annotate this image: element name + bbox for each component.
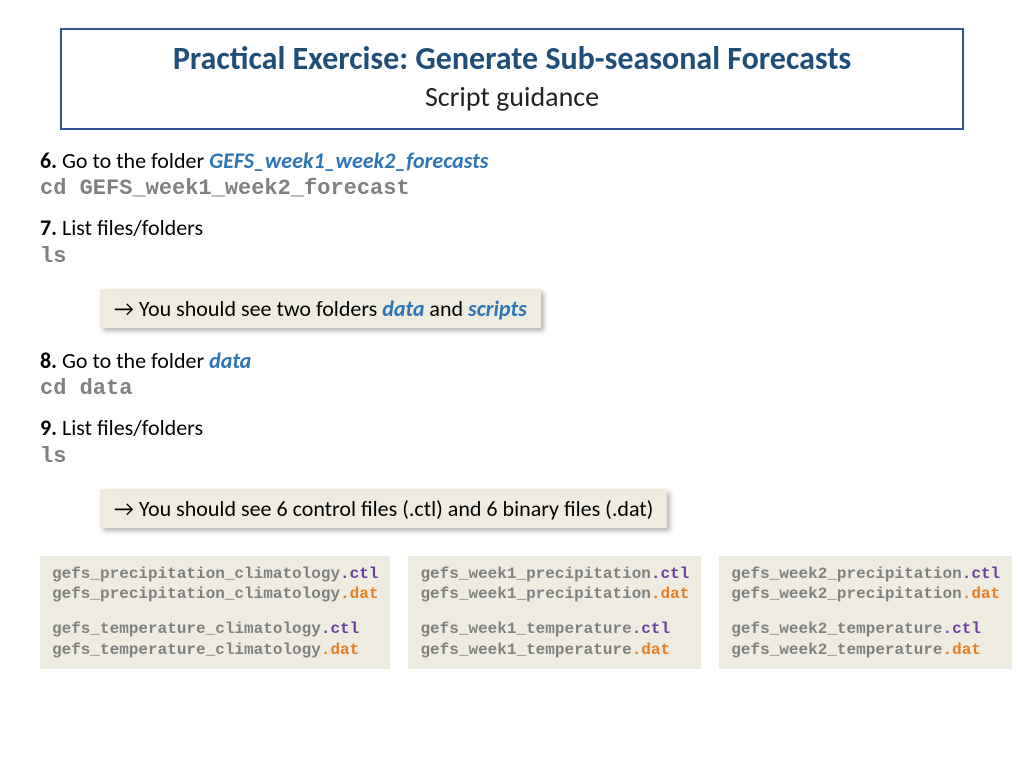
file-ext: .dat xyxy=(321,641,359,659)
title-sub: Script guidance xyxy=(82,80,942,114)
command-cd-data: cd data xyxy=(40,376,984,401)
file-base: gefs_week2_temperature xyxy=(731,641,942,659)
step-text: List files/folders xyxy=(57,414,203,441)
file-ext: .dat xyxy=(943,641,981,659)
file-line: gefs_precipitation_climatology.ctl xyxy=(52,564,378,585)
file-ext: .ctl xyxy=(943,620,981,638)
note-box-folders: → You should see two folders data and sc… xyxy=(100,289,541,328)
file-line: gefs_week1_precipitation.dat xyxy=(420,584,689,605)
step-text: Go to the folder xyxy=(57,147,209,174)
file-ext: .ctl xyxy=(962,565,1000,583)
file-line: gefs_week2_temperature.dat xyxy=(731,640,1000,661)
step-text: Go to the folder xyxy=(57,347,209,374)
folder-scripts: scripts xyxy=(468,295,527,322)
file-ext: .ctl xyxy=(651,565,689,583)
file-base: gefs_week1_precipitation xyxy=(420,565,650,583)
note-box-files: → You should see 6 control files (.ctl) … xyxy=(100,489,667,528)
file-ext: .ctl xyxy=(632,620,670,638)
spacer xyxy=(731,605,1000,619)
file-base: gefs_precipitation_climatology xyxy=(52,585,340,603)
file-line: gefs_temperature_climatology.dat xyxy=(52,640,378,661)
folder-name: GEFS_week1_week2_forecasts xyxy=(209,147,488,174)
step-9: 9. List files/folders xyxy=(40,415,984,441)
step-num: 9. xyxy=(40,414,57,441)
step-text: List files/folders xyxy=(57,214,203,241)
command-ls: ls xyxy=(40,444,984,469)
note-text: You should see two folders xyxy=(134,295,382,322)
file-line: gefs_week1_temperature.dat xyxy=(420,640,689,661)
file-ext: .dat xyxy=(632,641,670,659)
spacer xyxy=(420,605,689,619)
step-num: 8. xyxy=(40,347,57,374)
spacer xyxy=(52,605,378,619)
file-line: gefs_week2_precipitation.ctl xyxy=(731,564,1000,585)
note-text: and xyxy=(424,295,468,322)
command-ls: ls xyxy=(40,244,984,269)
title-box: Practical Exercise: Generate Sub-seasona… xyxy=(60,28,964,130)
file-line: gefs_temperature_climatology.ctl xyxy=(52,619,378,640)
file-ext: .ctl xyxy=(340,565,378,583)
folder-name: data xyxy=(209,347,251,374)
folder-data: data xyxy=(382,295,424,322)
command-cd-gefs: cd GEFS_week1_week2_forecast xyxy=(40,176,984,201)
step-num: 7. xyxy=(40,214,57,241)
file-line: gefs_week2_precipitation.dat xyxy=(731,584,1000,605)
arrow-icon: → xyxy=(114,295,134,322)
file-base: gefs_week2_temperature xyxy=(731,620,942,638)
file-base: gefs_precipitation_climatology xyxy=(52,565,340,583)
file-line: gefs_week1_precipitation.ctl xyxy=(420,564,689,585)
arrow-icon: → xyxy=(114,495,134,522)
title-main: Practical Exercise: Generate Sub-seasona… xyxy=(82,40,942,78)
file-line: gefs_week1_temperature.ctl xyxy=(420,619,689,640)
file-base: gefs_temperature_climatology xyxy=(52,641,321,659)
file-base: gefs_temperature_climatology xyxy=(52,620,321,638)
step-7: 7. List files/folders xyxy=(40,215,984,241)
file-ext: .dat xyxy=(651,585,689,603)
note-text: You should see 6 control files (.ctl) an… xyxy=(134,495,653,522)
file-box-climatology: gefs_precipitation_climatology.ctl gefs_… xyxy=(40,556,390,669)
file-base: gefs_week1_temperature xyxy=(420,620,631,638)
file-columns: gefs_precipitation_climatology.ctl gefs_… xyxy=(40,556,984,669)
file-base: gefs_week2_precipitation xyxy=(731,565,961,583)
file-line: gefs_precipitation_climatology.dat xyxy=(52,584,378,605)
slide: Practical Exercise: Generate Sub-seasona… xyxy=(0,0,1024,669)
file-ext: .dat xyxy=(962,585,1000,603)
file-base: gefs_week1_temperature xyxy=(420,641,631,659)
step-num: 6. xyxy=(40,147,57,174)
file-ext: .ctl xyxy=(321,620,359,638)
step-8: 8. Go to the folder data xyxy=(40,348,984,374)
file-ext: .dat xyxy=(340,585,378,603)
step-6: 6. Go to the folder GEFS_week1_week2_for… xyxy=(40,148,984,174)
file-box-week2: gefs_week2_precipitation.ctl gefs_week2_… xyxy=(719,556,1012,669)
file-box-week1: gefs_week1_precipitation.ctl gefs_week1_… xyxy=(408,556,701,669)
file-base: gefs_week1_precipitation xyxy=(420,585,650,603)
file-base: gefs_week2_precipitation xyxy=(731,585,961,603)
file-line: gefs_week2_temperature.ctl xyxy=(731,619,1000,640)
